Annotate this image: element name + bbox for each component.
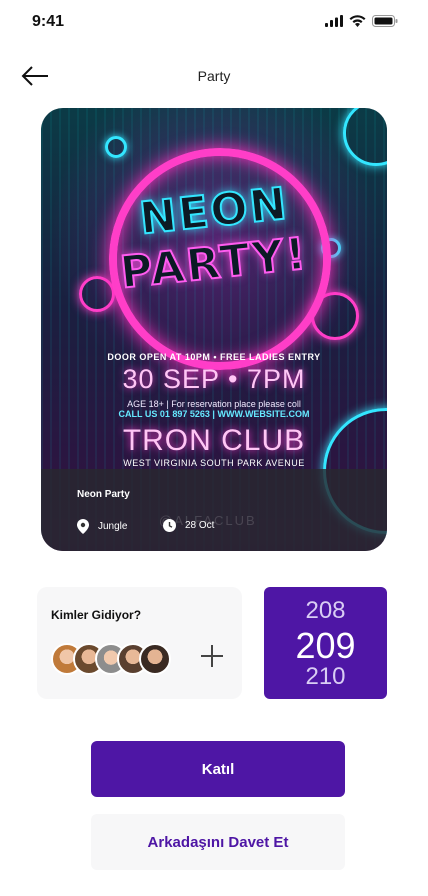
neon-ring-small-top — [105, 136, 127, 158]
event-date-text: 28 Oct — [185, 520, 215, 531]
event-info-overlay: @ALFACLUB Neon Party Jungle 28 Oct — [41, 469, 387, 551]
clock-icon — [163, 519, 176, 532]
counter-current: 209 — [295, 625, 356, 666]
avatar — [139, 643, 171, 675]
attendees-card: Kimler Gidiyor? — [37, 587, 242, 699]
poster-door-info: DOOR OPEN AT 10PM • FREE LADIES ENTRY — [107, 352, 321, 362]
status-bar: 9:41 — [0, 0, 428, 44]
invite-friend-button[interactable]: Arkadaşını Davet Et — [91, 814, 345, 870]
poster-date-time: 30 SEP • 7PM — [122, 364, 306, 394]
page-header: Party — [0, 56, 428, 96]
join-button[interactable]: Katıl — [91, 741, 345, 797]
attendees-label: Kimler Gidiyor? — [51, 608, 142, 622]
event-poster-card[interactable]: NEON PARTY! DOOR OPEN AT 10PM • FREE LAD… — [41, 108, 387, 551]
counter-next: 210 — [305, 663, 346, 690]
cellular-signal-icon — [325, 15, 343, 27]
poster-age-info: AGE 18+ | For reservation place please c… — [127, 399, 301, 409]
status-time: 9:41 — [32, 13, 65, 30]
poster-contact: CALL US 01 897 5263 | WWW.WEBSITE.COM — [118, 409, 310, 419]
event-location-text: Jungle — [98, 521, 128, 532]
location-pin-icon — [77, 519, 89, 534]
status-icons — [325, 15, 398, 27]
event-date: 28 Oct — [163, 519, 214, 532]
attendee-counter[interactable]: 208 209 210 — [264, 587, 387, 699]
event-location: Jungle — [77, 519, 127, 534]
battery-icon — [372, 15, 398, 27]
counter-previous: 208 — [305, 597, 346, 624]
add-attendee-button[interactable] — [201, 645, 223, 667]
poster-address: WEST VIRGINIA SOUTH PARK AVENUE — [123, 458, 305, 468]
attendee-avatars[interactable] — [51, 643, 191, 677]
event-name: Neon Party — [77, 489, 130, 500]
page-title: Party — [197, 68, 231, 84]
wifi-icon — [349, 15, 366, 27]
poster-venue: TRON CLUB — [122, 424, 306, 457]
